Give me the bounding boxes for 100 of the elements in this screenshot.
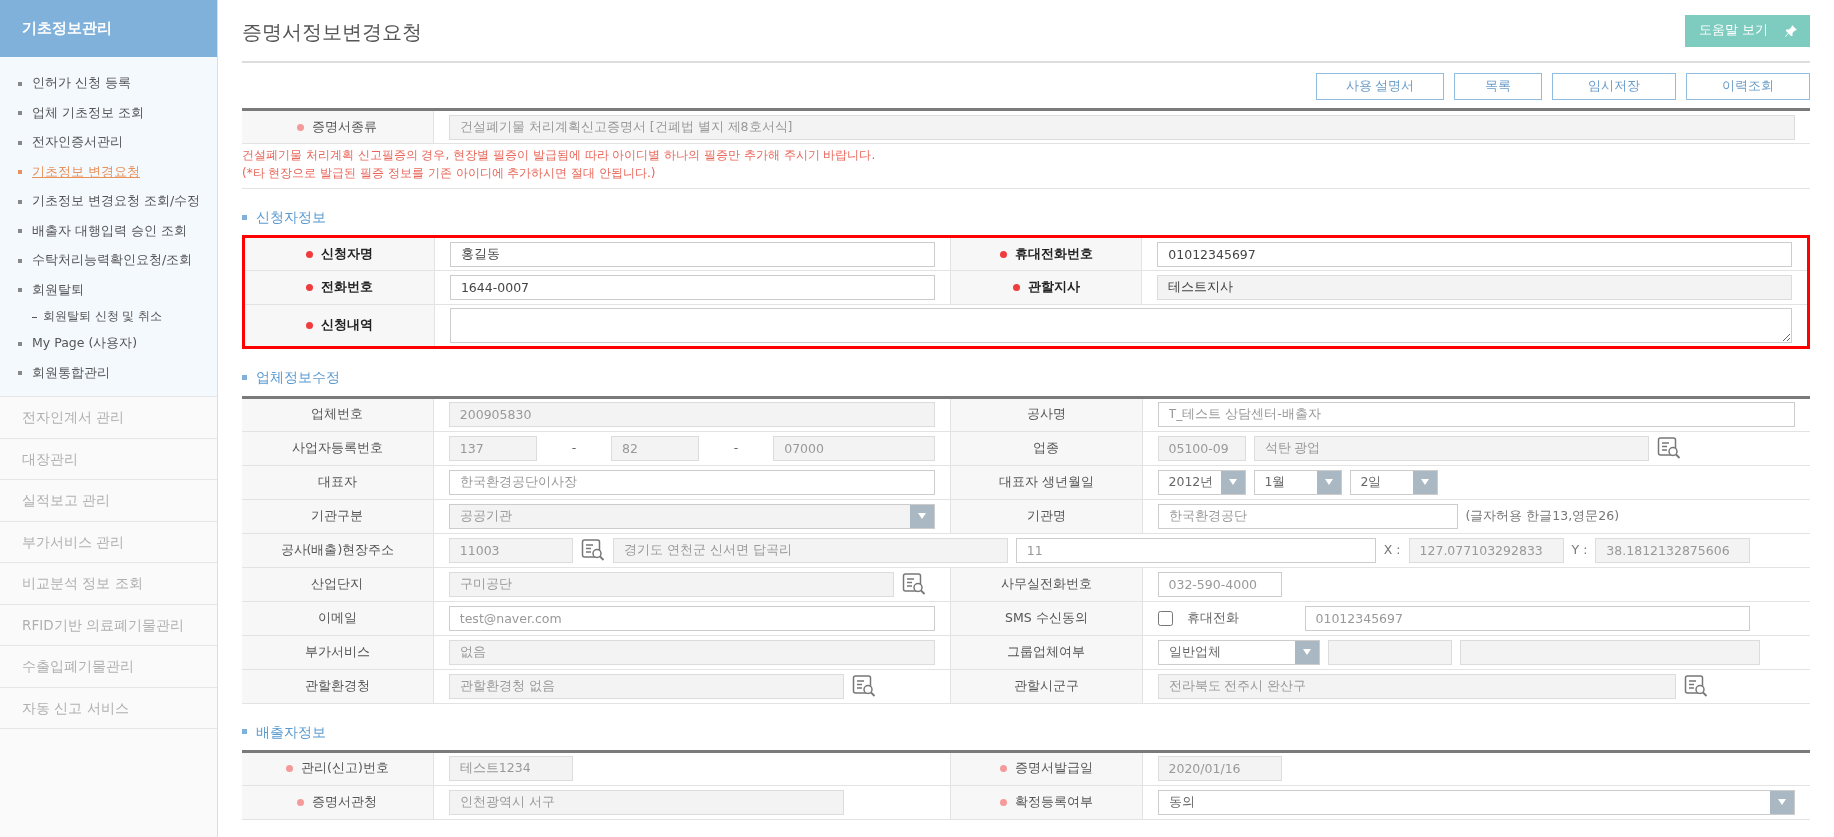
select-field[interactable]: 2012년 bbox=[1157, 469, 1246, 495]
bullet-icon bbox=[18, 371, 22, 376]
section-title: 배출자정보 bbox=[256, 722, 326, 742]
bullet-icon bbox=[242, 374, 247, 380]
input-field[interactable]: T_테스트 상담센터-배출자 bbox=[1157, 402, 1795, 427]
required-dot-icon bbox=[305, 322, 313, 330]
sidebar-link[interactable]: 회원통합관리 bbox=[0, 358, 217, 388]
sidebar-link[interactable]: 기초정보 변경요청 조회/수정 bbox=[0, 187, 217, 217]
document-search-icon[interactable] bbox=[901, 572, 926, 596]
bullet-icon bbox=[18, 288, 22, 293]
field-label: 관리(신고)번호 bbox=[301, 760, 389, 776]
notice-text: 건설폐기물 처리계획 신고필증의 경우, 현장별 필증이 발급됨에 따라 아이디별 하나의 필증만 추가해 주시기 바랍니다. bbox=[242, 147, 877, 164]
field-label: 업체번호 bbox=[311, 406, 364, 422]
bullet-icon bbox=[18, 81, 22, 86]
field-label: 사무실전화번호 bbox=[1000, 575, 1092, 591]
field-label: 부가서비스 bbox=[304, 643, 370, 659]
input-field[interactable]: 01012345697 bbox=[1157, 241, 1792, 267]
caret-icon bbox=[1228, 479, 1237, 485]
field-label: 신청자명 bbox=[320, 245, 373, 261]
required-dot-icon bbox=[999, 798, 1007, 806]
document-search-icon[interactable] bbox=[1683, 674, 1708, 698]
sidebar-link[interactable]: My Page (사용자) bbox=[0, 329, 217, 359]
caret-icon bbox=[918, 513, 927, 519]
required-dot-icon bbox=[305, 250, 313, 258]
input-field[interactable]: test@naver.com bbox=[448, 605, 936, 631]
input-field[interactable]: 01012345697 bbox=[1304, 605, 1750, 631]
field-label: 신청내역 bbox=[320, 317, 373, 333]
select-field[interactable]: 1월 bbox=[1253, 469, 1342, 495]
action-button[interactable]: 임시저장 bbox=[1552, 73, 1676, 100]
sidebar-header[interactable]: 기초정보관리 bbox=[0, 0, 217, 57]
field-note: (글자허용 한글13,영문26) bbox=[1465, 506, 1619, 525]
action-button[interactable]: 사용 설명서 bbox=[1316, 73, 1444, 100]
input-field[interactable]: 11 bbox=[1015, 537, 1376, 563]
action-button[interactable]: 목록 bbox=[1454, 73, 1542, 100]
sidebar-menu-item[interactable]: 수출입폐기물관리 bbox=[0, 646, 217, 688]
document-search-icon[interactable] bbox=[851, 674, 876, 698]
document-search-icon[interactable] bbox=[580, 538, 605, 562]
input-field[interactable]: 홍길동 bbox=[449, 241, 936, 267]
document-search-icon[interactable] bbox=[1656, 436, 1681, 460]
checkbox[interactable] bbox=[1157, 610, 1173, 626]
field-label: 이메일 bbox=[317, 609, 357, 625]
caret-icon bbox=[1302, 649, 1311, 655]
sidebar-link[interactable]: 배출자 대행입력 승인 조회 bbox=[0, 216, 217, 246]
sidebar-menu-item[interactable]: 비교분석 정보 조회 bbox=[0, 563, 217, 605]
field-label: 관할지사 bbox=[1027, 279, 1080, 295]
separator-text: - bbox=[732, 438, 740, 457]
input-field[interactable]: 032-590-4000 bbox=[1157, 571, 1282, 597]
dash-icon bbox=[32, 316, 37, 318]
field-label: 대표자 bbox=[317, 473, 357, 489]
sidebar-menu-item[interactable]: RFID기반 의료폐기물관리 bbox=[0, 604, 217, 646]
field-label: 대표자 생년월일 bbox=[998, 473, 1094, 489]
sidebar-link[interactable]: 전자인증서관리 bbox=[0, 128, 217, 158]
sidebar-menu-item[interactable]: 대장관리 bbox=[0, 438, 217, 480]
sidebar-menu-item[interactable]: 부가서비스 관리 bbox=[0, 521, 217, 563]
bullet-icon bbox=[18, 341, 22, 346]
field-label: 업종 bbox=[1033, 439, 1060, 455]
field-label: 증명서관청 bbox=[312, 793, 378, 809]
text-area-field[interactable] bbox=[449, 308, 1792, 344]
bullet-icon bbox=[18, 111, 22, 116]
required-dot-icon bbox=[999, 765, 1007, 773]
sidebar-menu-item[interactable]: 전자인계서 관리 bbox=[0, 397, 217, 439]
field-label: 공사명 bbox=[1026, 406, 1066, 422]
required-dot-icon bbox=[1012, 284, 1020, 292]
notice-text: (*타 현장으로 발급된 필증 정보를 기존 아이디에 추가하시면 절대 안됩니다.) bbox=[242, 165, 657, 182]
field-label: 기관구분 bbox=[311, 507, 364, 523]
input-field[interactable]: 한국환경공단 bbox=[1157, 503, 1458, 529]
caret-icon bbox=[1420, 479, 1429, 485]
required-dot-icon bbox=[297, 798, 305, 806]
input-field[interactable]: 1644-0007 bbox=[449, 275, 936, 301]
pin-icon bbox=[1784, 23, 1798, 38]
section-title: 업체정보수정 bbox=[256, 368, 340, 388]
sidebar-link[interactable]: 회원탈퇴 bbox=[0, 275, 217, 305]
section-title: 신청자정보 bbox=[256, 208, 326, 227]
bullet-icon bbox=[18, 199, 22, 204]
bullet-icon bbox=[18, 258, 22, 263]
select-field[interactable]: 2일 bbox=[1349, 469, 1438, 495]
help-button[interactable]: 도움말 보기 bbox=[1685, 14, 1810, 47]
bullet-icon bbox=[18, 140, 22, 145]
input-field[interactable]: 한국환경공단이사장 bbox=[448, 469, 936, 495]
field-label: 확정등록여부 bbox=[1014, 793, 1093, 809]
field-label: 사업자등록번호 bbox=[291, 439, 383, 455]
field-label: 산업단지 bbox=[311, 575, 364, 591]
bullet-icon bbox=[18, 170, 22, 175]
field-label: 기관명 bbox=[1026, 507, 1066, 523]
bullet-icon bbox=[242, 214, 247, 220]
required-dot-icon bbox=[999, 250, 1007, 258]
sidebar-link[interactable]: 업체 기초정보 조회 bbox=[0, 98, 217, 128]
caret-icon bbox=[1778, 799, 1786, 806]
required-dot-icon bbox=[297, 123, 305, 131]
bullet-icon bbox=[242, 729, 247, 735]
sidebar-menu-item[interactable]: 자동 신고 서비스 bbox=[0, 687, 217, 729]
field-label: 증명서종류 bbox=[312, 118, 378, 134]
select-field[interactable]: 일반업체 bbox=[1157, 639, 1320, 665]
sidebar-link[interactable]: 인허가 신청 등록 bbox=[0, 69, 217, 99]
select-field[interactable]: 동의 bbox=[1157, 789, 1795, 815]
action-button[interactable]: 이력조회 bbox=[1686, 73, 1810, 100]
sidebar-menu-item[interactable]: 실적보고 관리 bbox=[0, 480, 217, 522]
sidebar-link[interactable]: 수탁처리능력확인요청/조회 bbox=[0, 246, 217, 276]
field-label: 그룹업체여부 bbox=[1007, 643, 1086, 659]
sidebar-sublink[interactable]: 회원탈퇴 신청 및 취소 bbox=[0, 305, 217, 329]
